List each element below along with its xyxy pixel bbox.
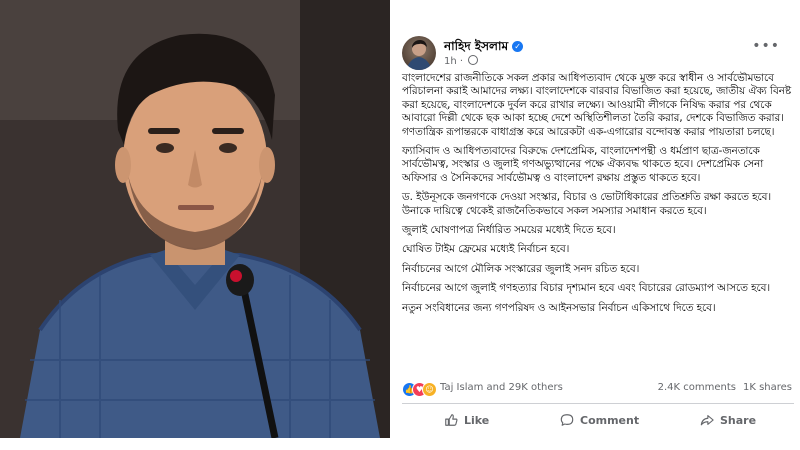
globe-icon <box>468 55 479 65</box>
like-label: Like <box>464 413 490 427</box>
divider <box>402 403 794 404</box>
comment-button[interactable]: Comment <box>560 407 639 433</box>
post-paragraph: নির্বাচনের আগে মৌলিক সংস্কারের জুলাই সনদ… <box>402 262 640 275</box>
speaker-illustration <box>0 0 390 438</box>
comment-label: Comment <box>580 413 640 427</box>
thumbs-up-icon <box>445 414 458 426</box>
post-paragraph: ড. ইউনূসকে জনগণকে দেওয়া সংস্কার, বিচার … <box>402 191 772 217</box>
post-body: বাংলাদেশের রাজনীতিকে সকল প্রকার আধিপত্যব… <box>402 72 792 321</box>
post-paragraph: ফ্যাসিবাদ ও আধিপত্যবাদের বিরুদ্ধে দেশপ্র… <box>402 145 764 184</box>
reactions-summary[interactable]: Taj Islam and 29K others <box>440 382 563 393</box>
author-name[interactable]: নাহিদ ইসলাম <box>444 39 508 53</box>
reactions-bar: 👍 ♥ ☺ Taj Islam and 29K others 2.4K comm… <box>402 381 796 397</box>
post-paragraph: জুলাই ঘোষণাপত্র নির্ধারিত সময়ের মধ্যেই … <box>402 224 616 237</box>
facebook-post: নাহিদ ইসলাম ✓ 1h · ••• বাংলাদেশের রাজনীতি… <box>398 26 800 436</box>
avatar[interactable] <box>402 36 436 70</box>
like-button[interactable]: Like <box>444 407 489 433</box>
verified-badge-icon: ✓ <box>512 41 524 52</box>
post-actions: Like Comment Share <box>402 407 794 433</box>
comments-count[interactable]: 2.4K comments <box>658 382 736 393</box>
post-time[interactable]: 1h <box>444 56 457 67</box>
care-reaction-icon: ☺ <box>422 382 437 397</box>
more-options-icon[interactable]: ••• <box>752 38 780 54</box>
post-header: নাহিদ ইসলাম ✓ 1h · ••• <box>398 36 800 76</box>
post-paragraph: নতুন সংবিধানের জন্য গণপরিষদ ও আইনসভার নি… <box>402 301 716 314</box>
post-paragraph: নির্বাচনের আগে জুলাই গণহত্যার বিচার দৃশ্… <box>402 282 771 295</box>
post-meta: 1h · <box>444 55 479 67</box>
shares-count[interactable]: 1K shares <box>743 382 792 393</box>
share-label: Share <box>720 413 757 427</box>
comment-icon <box>560 414 574 426</box>
avatar-icon <box>406 40 432 70</box>
reaction-icons[interactable]: 👍 ♥ ☺ <box>402 381 442 397</box>
speaker-photo <box>0 0 390 438</box>
post-paragraph: ঘোষিত টাইম ফ্রেমের মধ্যেই নির্বাচন হবে। <box>402 243 570 256</box>
share-icon <box>700 415 714 426</box>
post-paragraph: বাংলাদেশের রাজনীতিকে সকল প্রকার আধিপত্যব… <box>402 72 792 138</box>
share-button[interactable]: Share <box>700 407 756 433</box>
